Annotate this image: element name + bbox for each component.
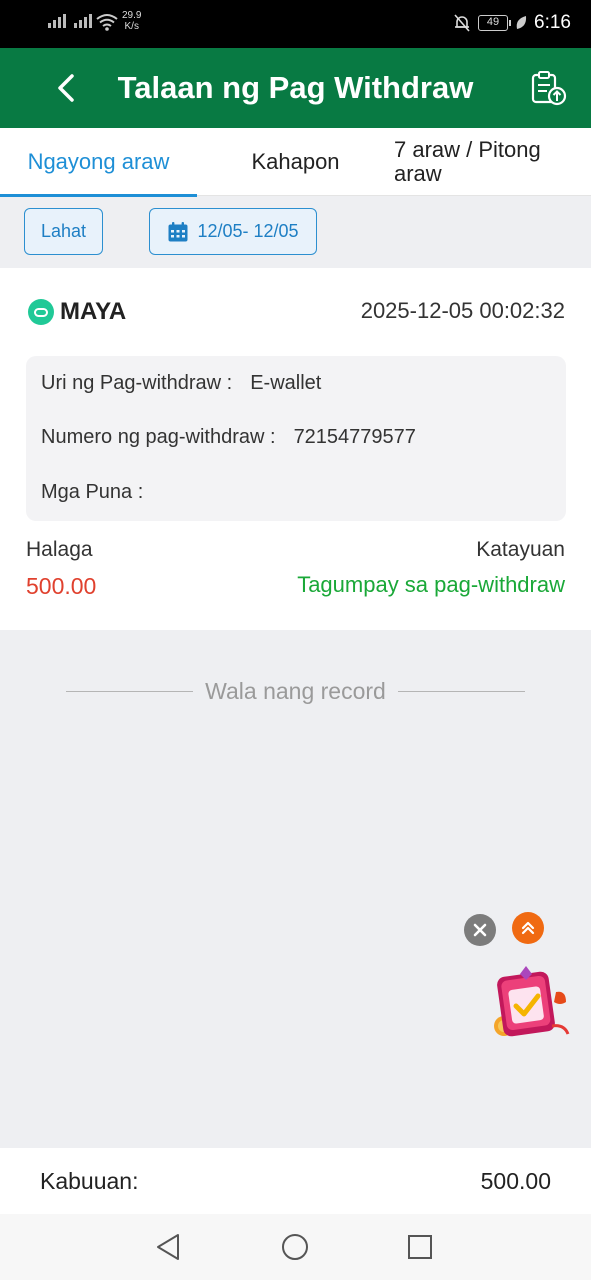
wifi-icon: [96, 14, 118, 31]
total-bar: Kabuuan: 500.00: [0, 1148, 591, 1214]
app-header: Talaan ng Pag Withdraw: [0, 48, 591, 128]
payment-method: MAYA: [28, 298, 126, 326]
page-title: Talaan ng Pag Withdraw: [117, 70, 474, 105]
signal-x-icon: [74, 14, 92, 28]
withdraw-type-value: E-wallet: [250, 372, 322, 394]
nav-back-icon[interactable]: [152, 1230, 186, 1264]
tab-today[interactable]: Ngayong araw: [0, 128, 197, 197]
withdraw-number-value: 72154779577: [293, 426, 416, 448]
list-end-text: Wala nang record: [205, 677, 386, 704]
mute-bell-icon: [454, 14, 470, 32]
status-bar: 29.9 K/s 49 6:16: [0, 0, 591, 48]
date-tabs: Ngayong araw Kahapon 7 araw / Pitong ara…: [0, 128, 591, 197]
status-value: Tagumpay sa pag-withdraw: [297, 572, 565, 597]
close-icon: [473, 923, 487, 937]
total-label: Kabuuan:: [40, 1168, 139, 1194]
list-end-divider: Wala nang record: [66, 676, 525, 706]
clock: 6:16: [534, 12, 571, 33]
payment-method-name: MAYA: [60, 298, 127, 325]
filter-all-label: Lahat: [40, 221, 87, 241]
record-datetime: 2025-12-05 00:02:32: [360, 298, 565, 323]
signal-icon: [48, 14, 66, 28]
filter-bar: Lahat 12/05- 12/05: [0, 197, 591, 267]
tab-seven-days[interactable]: 7 araw / Pitong araw: [394, 128, 574, 196]
promo-gift-button[interactable]: [486, 962, 576, 1052]
filter-all-button[interactable]: Lahat: [24, 208, 103, 255]
leaf-icon: [516, 16, 527, 29]
network-speed: 29.9 K/s: [122, 10, 142, 32]
record-details: Uri ng Pag-withdraw : E-wallet Numero ng …: [26, 356, 566, 521]
promo-gift-icon: [494, 966, 570, 1037]
date-range-button[interactable]: 12/05- 12/05: [149, 208, 317, 255]
system-nav-bar: [0, 1214, 591, 1280]
calendar-icon: [168, 221, 188, 241]
remarks-row: Mga Puna :: [41, 481, 161, 504]
withdraw-number-label: Numero ng pag-withdraw :: [41, 426, 276, 448]
double-chevron-up-icon: [521, 921, 535, 935]
amount-value: 500.00: [26, 573, 97, 599]
close-promo-button[interactable]: [464, 914, 496, 946]
remarks-label: Mga Puna :: [41, 481, 144, 503]
tab-yesterday[interactable]: Kahapon: [197, 128, 394, 196]
withdraw-record-card[interactable]: MAYA 2025-12-05 00:02:32 Uri ng Pag-with…: [0, 268, 591, 630]
document-upload-button[interactable]: [529, 68, 569, 108]
nav-recent-icon[interactable]: [403, 1230, 437, 1264]
total-value: 500.00: [480, 1168, 551, 1194]
nav-home-icon[interactable]: [278, 1230, 312, 1264]
document-upload-icon: [531, 71, 567, 106]
divider-line-right: [397, 690, 525, 692]
withdraw-type-label: Uri ng Pag-withdraw :: [41, 372, 233, 394]
withdraw-type-row: Uri ng Pag-withdraw : E-wallet: [41, 372, 321, 395]
amount-label: Halaga: [26, 538, 93, 561]
status-label: Katayuan: [476, 538, 565, 561]
maya-logo-icon: [28, 299, 54, 325]
date-range-label: 12/05- 12/05: [197, 221, 299, 241]
divider-line-left: [66, 690, 194, 692]
battery-icon: 49: [478, 15, 512, 31]
scroll-top-button[interactable]: [512, 912, 544, 944]
withdraw-number-row: Numero ng pag-withdraw : 72154779577: [41, 426, 416, 449]
